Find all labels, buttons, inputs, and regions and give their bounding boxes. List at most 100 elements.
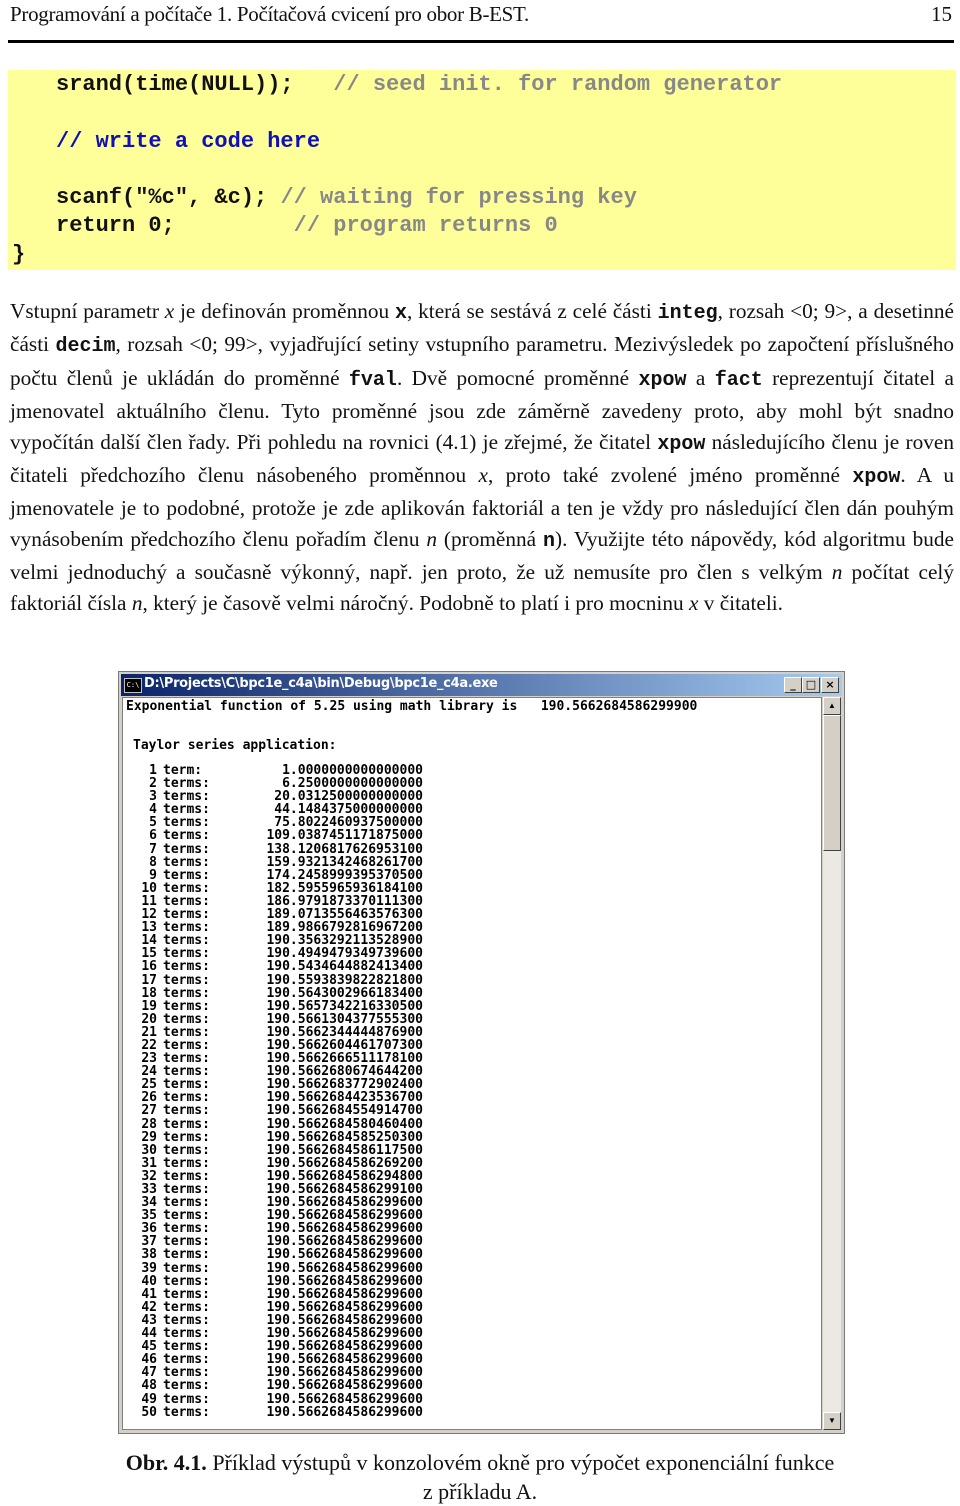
term-count: 9 bbox=[149, 867, 157, 883]
term-count: 42 bbox=[141, 1299, 157, 1315]
code-identifier: xpow bbox=[852, 466, 901, 490]
term-count: 8 bbox=[149, 854, 157, 870]
console-row: 19 terms: 190.5657342216330500 bbox=[133, 1000, 423, 1013]
code-identifier: xpow bbox=[657, 432, 706, 456]
console-row: 27 terms: 190.5662684554914700 bbox=[133, 1104, 423, 1117]
console-row: 40 terms: 190.5662684586299600 bbox=[133, 1275, 423, 1288]
console-row: 7 terms: 138.1206817626953100 bbox=[133, 841, 423, 857]
code-identifier: decim bbox=[55, 335, 116, 359]
close-button[interactable]: × bbox=[821, 677, 839, 693]
term-label: terms: bbox=[163, 1273, 210, 1289]
console-row: 42 terms: 190.5662684586299600 bbox=[133, 1301, 423, 1314]
term-label: terms: bbox=[163, 1260, 210, 1276]
term-value: 190.5662684586299600 bbox=[266, 1273, 423, 1289]
term-count: 48 bbox=[141, 1378, 157, 1394]
math-variable: x bbox=[688, 590, 699, 615]
term-value: 174.2458999395370500 bbox=[266, 867, 423, 883]
code-pad bbox=[267, 185, 280, 210]
console-row: 8 terms: 159.9321342468261700 bbox=[133, 856, 423, 869]
term-label: terms: bbox=[163, 1404, 210, 1420]
body-paragraph: Vstupní parametr x je definován proměnno… bbox=[10, 296, 954, 618]
maximize-button[interactable]: □ bbox=[802, 677, 820, 693]
code-block: srand(time(NULL)); // seed init. for ran… bbox=[8, 70, 956, 270]
console-row: 50 terms: 190.5662684586299600 bbox=[133, 1404, 423, 1420]
term-label: terms: bbox=[163, 880, 210, 896]
term-value: 182.5955965936184100 bbox=[266, 880, 423, 896]
code-line-write-here: // write a code here bbox=[56, 129, 321, 154]
scroll-thumb[interactable] bbox=[823, 715, 841, 851]
console-row: 30 terms: 190.5662684586117500 bbox=[133, 1144, 423, 1157]
paragraph-text: , který je časově velmi náročný. Podobně… bbox=[142, 590, 689, 615]
console-row: 28 terms: 190.5662684580460400 bbox=[133, 1116, 423, 1132]
term-label: terms: bbox=[163, 1129, 210, 1145]
term-count: 31 bbox=[141, 1155, 157, 1171]
term-count: 10 bbox=[141, 880, 157, 896]
term-label: terms: bbox=[163, 867, 210, 883]
page-header: Programování a počítače 1. Počítačová cv… bbox=[10, 2, 954, 32]
caption-line2: z příkladu A. bbox=[422, 1479, 538, 1504]
term-value: 190.5662684586299600 bbox=[266, 1247, 423, 1263]
term-value: 190.5662684585250300 bbox=[266, 1129, 423, 1145]
scroll-up-arrow-icon[interactable]: ▲ bbox=[823, 697, 841, 715]
code-text: srand(time(NULL)); bbox=[56, 72, 294, 97]
caption-label: Obr. 4.1. bbox=[125, 1450, 207, 1475]
console-row: 41 terms: 190.5662684586299600 bbox=[133, 1288, 423, 1301]
term-label: terms: bbox=[163, 1391, 210, 1407]
term-value: 190.5662684586299600 bbox=[266, 1391, 423, 1407]
term-value: 138.1206817626953100 bbox=[266, 841, 423, 857]
console-window: C:\ D:\Projects\C\bpc1e_c4a\bin\Debug\bp… bbox=[118, 671, 845, 1434]
console-row: 49 terms: 190.5662684586299600 bbox=[133, 1391, 423, 1407]
paragraph-text: v čitateli. bbox=[698, 590, 783, 615]
code-identifier: fact bbox=[714, 368, 763, 392]
term-count: 16 bbox=[141, 959, 157, 975]
term-label: terms: bbox=[163, 1299, 210, 1315]
minimize-button[interactable]: _ bbox=[784, 677, 802, 693]
term-label: terms: bbox=[163, 1247, 210, 1263]
header-title: Programování a počítače 1. Počítačová cv… bbox=[10, 2, 529, 26]
term-label: terms: bbox=[163, 1142, 210, 1158]
console-row: 48 terms: 190.5662684586299600 bbox=[133, 1379, 423, 1392]
header-rule bbox=[8, 40, 954, 43]
code-identifier: xpow bbox=[638, 368, 687, 392]
scroll-down-arrow-icon[interactable]: ▼ bbox=[823, 1412, 841, 1430]
term-count: 29 bbox=[141, 1129, 157, 1145]
figure-caption: Obr. 4.1. Příklad výstupů v konzolovém o… bbox=[0, 1448, 960, 1506]
term-count: 49 bbox=[141, 1391, 157, 1407]
console-row: 20 terms: 190.5661304377555300 bbox=[133, 1013, 423, 1026]
console-titlebar[interactable]: C:\ D:\Projects\C\bpc1e_c4a\bin\Debug\bp… bbox=[121, 674, 842, 696]
term-count: 18 bbox=[141, 985, 157, 1001]
term-count: 40 bbox=[141, 1273, 157, 1289]
term-count: 41 bbox=[141, 1286, 157, 1302]
term-value: 190.5593839822821800 bbox=[266, 972, 423, 988]
closing-brace: } bbox=[12, 242, 26, 267]
math-variable: n bbox=[426, 526, 437, 551]
paragraph-text: je definován proměnnou bbox=[174, 299, 395, 323]
term-count: 20 bbox=[141, 1011, 157, 1027]
code-comment: // program returns 0 bbox=[293, 213, 558, 238]
paragraph-text: Vstupní parametr bbox=[10, 299, 165, 323]
console-row: 29 terms: 190.5662684585250300 bbox=[133, 1131, 423, 1144]
math-variable: x bbox=[478, 463, 488, 488]
term-count: 30 bbox=[141, 1142, 157, 1158]
paragraph-text: (proměnná bbox=[437, 526, 543, 551]
term-label: terms: bbox=[163, 985, 210, 1001]
console-icon: C:\ bbox=[124, 678, 142, 693]
code-line-return: return 0; // program returns 0 bbox=[56, 213, 558, 238]
term-count: 50 bbox=[141, 1404, 157, 1420]
paragraph-text: . Dvě pomocné proměnné bbox=[396, 365, 639, 390]
console-output: Exponential function of 5.25 using math … bbox=[122, 697, 822, 1430]
math-variable: n bbox=[131, 590, 143, 615]
console-row: 6 terms: 109.0387451171875000 bbox=[133, 829, 423, 842]
term-value: 109.0387451171875000 bbox=[266, 828, 423, 844]
term-value: 190.5643002966183400 bbox=[266, 985, 423, 1001]
paragraph-text: a bbox=[686, 365, 715, 390]
term-value: 190.5662684580460400 bbox=[266, 1116, 423, 1132]
console-taylor-label: Taylor series application: bbox=[133, 738, 337, 753]
paragraph-text: , proto také zvolené jméno proměnné bbox=[487, 463, 853, 488]
term-value: 190.5434644882413400 bbox=[266, 959, 423, 975]
vertical-scrollbar[interactable]: ▲ ▼ bbox=[823, 697, 841, 1430]
code-text: return 0; bbox=[56, 213, 175, 238]
term-value: 190.5662684586299600 bbox=[266, 1404, 423, 1420]
term-count: 17 bbox=[141, 972, 157, 988]
term-value: 159.9321342468261700 bbox=[266, 854, 423, 870]
